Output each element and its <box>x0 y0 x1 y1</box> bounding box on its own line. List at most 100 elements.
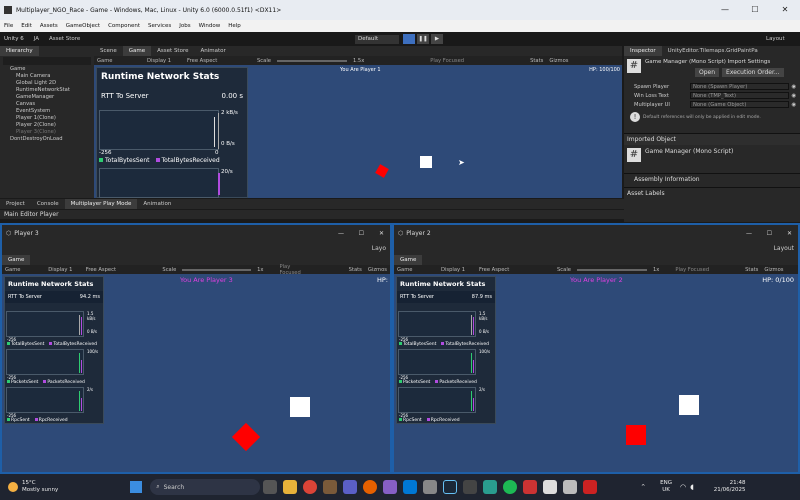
object-picker-icon[interactable]: ◉ <box>791 102 796 108</box>
hierarchy-item[interactable]: Main Camera <box>4 73 94 80</box>
start-button[interactable] <box>130 481 143 493</box>
hierarchy-item[interactable]: Player 1(Clone) <box>4 115 94 122</box>
tab-game[interactable]: Game <box>122 46 152 56</box>
scale-slider[interactable] <box>576 268 647 271</box>
hierarchy-item[interactable]: Global Light 2D <box>4 80 94 87</box>
menu-assets[interactable]: Assets <box>36 23 62 29</box>
search-box[interactable]: ⌕ Search <box>150 479 261 495</box>
game-view[interactable]: You Are Player 1 HP: 100/100 Runtime Net… <box>94 65 622 198</box>
assembly-info[interactable]: Assembly Information <box>624 173 800 185</box>
game-view[interactable]: You Are Player 2 HP: 0/100 Runtime Network… <box>394 274 798 472</box>
window-min[interactable]: — <box>746 230 752 237</box>
hierarchy-item[interactable]: EventSystem <box>4 108 94 115</box>
play-focused-select[interactable]: Play Focused <box>672 267 712 273</box>
display-select[interactable]: Display 1 <box>438 267 476 273</box>
maximize-button[interactable]: ☐ <box>740 0 770 20</box>
aspect-select[interactable]: Free Aspect <box>83 267 160 273</box>
asset-labels[interactable]: Asset Labels <box>624 187 800 199</box>
tab-console[interactable]: Console <box>31 199 65 209</box>
layout-mode-select[interactable]: Default <box>355 34 399 44</box>
menu-jobs[interactable]: Jobs <box>175 23 194 29</box>
pause-button[interactable]: ❚❚ <box>417 34 429 44</box>
unity-hub-icon[interactable] <box>423 480 438 494</box>
tab-scene[interactable]: Scene <box>94 46 123 56</box>
app5-icon[interactable] <box>583 480 598 494</box>
tab-game[interactable]: Game <box>2 255 31 265</box>
menu-file[interactable]: File <box>0 23 17 29</box>
teams-icon[interactable] <box>343 480 358 494</box>
unity-icon-2[interactable] <box>563 480 578 494</box>
window-close[interactable]: ✕ <box>787 230 792 237</box>
layout-select[interactable]: Layo <box>372 245 386 252</box>
layout-select[interactable]: Layout <box>766 36 785 42</box>
tab-multiplayer-play-mode[interactable]: Multiplayer Play Mode <box>64 199 138 209</box>
asset-store-button[interactable]: Asset Store <box>45 36 84 42</box>
volume-icon[interactable]: ◖ <box>690 483 694 491</box>
hierarchy-item[interactable]: Game <box>4 66 94 73</box>
play-focused-select[interactable]: Play Focused <box>427 58 467 64</box>
tab-animation[interactable]: Animation <box>137 199 177 209</box>
execution-order-button[interactable]: Execution Order... <box>722 68 784 77</box>
tab-animator[interactable]: Animator <box>194 46 231 56</box>
close-button[interactable]: ✕ <box>770 0 800 20</box>
open-button[interactable]: Open <box>695 68 720 77</box>
app4-icon[interactable] <box>523 480 538 494</box>
firefox-icon[interactable] <box>363 480 378 494</box>
menu-help[interactable]: Help <box>224 23 245 29</box>
window-close[interactable]: ✕ <box>379 230 384 237</box>
stats-toggle[interactable]: Stats <box>527 58 546 64</box>
hierarchy-item[interactable]: Player 3(Clone) <box>4 129 94 136</box>
account-button[interactable]: JA <box>28 36 45 42</box>
window-min[interactable]: — <box>338 230 344 237</box>
window-max[interactable]: ☐ <box>359 230 364 237</box>
aspect-select[interactable]: Free Aspect <box>184 58 254 64</box>
gizmos-toggle[interactable]: Gizmos <box>546 58 571 64</box>
stats-toggle[interactable]: Stats <box>346 267 365 273</box>
object-picker-icon[interactable]: ◉ <box>791 84 796 90</box>
object-picker-icon[interactable]: ◉ <box>791 93 796 99</box>
vscode-icon[interactable] <box>403 480 418 494</box>
visual-studio-icon[interactable] <box>383 480 398 494</box>
lang[interactable]: ENG <box>660 480 672 487</box>
tab-asset-store[interactable]: Asset Store <box>151 46 194 56</box>
play-button[interactable] <box>403 34 415 44</box>
scale-slider[interactable] <box>182 268 252 271</box>
gizmos-toggle[interactable]: Gizmos <box>365 267 390 273</box>
menu-component[interactable]: Component <box>104 23 144 29</box>
file-explorer-icon[interactable] <box>283 480 298 494</box>
minimize-button[interactable]: — <box>710 0 740 20</box>
wifi-icon[interactable]: ◠ <box>680 483 686 491</box>
display-select[interactable]: Display 1 <box>45 267 82 273</box>
menu-services[interactable]: Services <box>144 23 175 29</box>
gizmos-toggle[interactable]: Gizmos <box>761 267 786 273</box>
scale-slider[interactable] <box>276 59 347 62</box>
hierarchy-item[interactable]: Player 2(Clone) <box>4 122 94 129</box>
hierarchy-search[interactable] <box>3 57 91 65</box>
app3-icon[interactable] <box>483 480 498 494</box>
hierarchy-item[interactable]: DontDestroyOnLoad <box>4 136 94 143</box>
app2-icon[interactable] <box>463 480 478 494</box>
game-dropdown[interactable]: Game <box>94 58 144 64</box>
game-dropdown[interactable]: Game <box>394 267 438 273</box>
hierarchy-item[interactable]: RuntimeNetworkStat <box>4 87 94 94</box>
stats-toggle[interactable]: Stats <box>742 267 761 273</box>
clock-time[interactable]: 21:48 <box>714 480 746 487</box>
hierarchy-item[interactable]: GameManager <box>4 94 94 101</box>
unity-icon[interactable] <box>543 480 558 494</box>
chrome-icon[interactable] <box>303 480 318 494</box>
app-icon[interactable] <box>323 480 338 494</box>
game-dropdown[interactable]: Game <box>2 267 45 273</box>
menu-gameobject[interactable]: GameObject <box>62 23 104 29</box>
aspect-select[interactable]: Free Aspect <box>476 267 554 273</box>
window-max[interactable]: ☐ <box>767 230 772 237</box>
tab-grid-paint[interactable]: UnityEditor.Tilemaps.GridPaintPa <box>662 46 764 56</box>
tab-game[interactable]: Game <box>394 255 423 265</box>
tray-chevron-icon[interactable]: ⌃ <box>640 483 646 491</box>
layout-select[interactable]: Layout <box>774 245 794 252</box>
task-view-icon[interactable] <box>263 480 278 494</box>
hierarchy-item[interactable]: Canvas <box>4 101 94 108</box>
game-view[interactable]: You Are Player 3 HP: Runtime Network Stats… <box>2 274 390 472</box>
menu-edit[interactable]: Edit <box>17 23 36 29</box>
tab-hierarchy[interactable]: Hierarchy <box>0 46 39 56</box>
tab-project[interactable]: Project <box>0 199 31 209</box>
